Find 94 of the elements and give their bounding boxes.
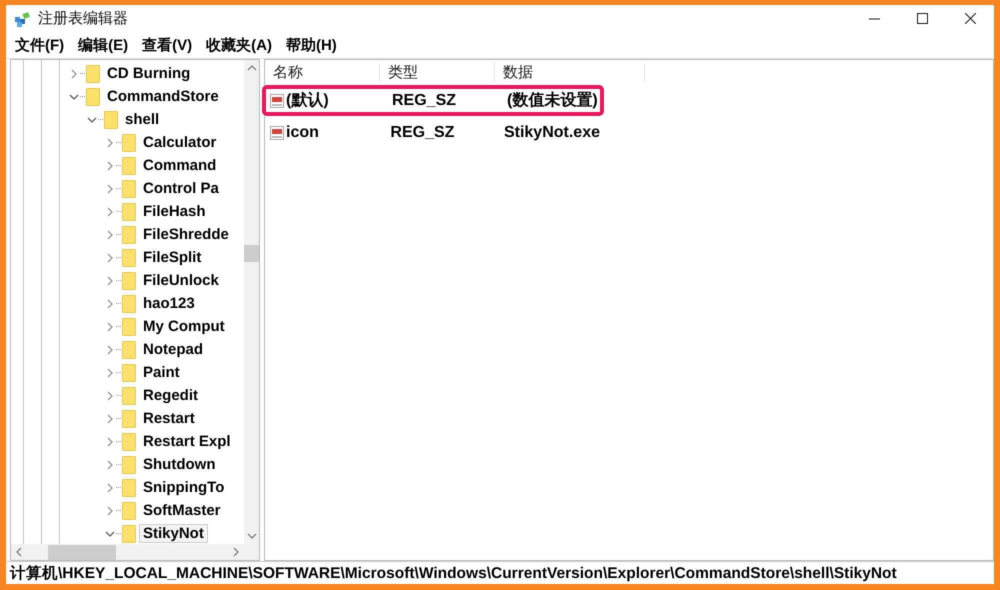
status-path: 计算机\HKEY_LOCAL_MACHINE\SOFTWARE\Microsoft\Windows\CurrentVersion\Explorer\CommandStore\shell\StikyNot	[10, 564, 897, 584]
tree-item[interactable]: My Comput	[139, 317, 229, 336]
highlight-frame[interactable]: (默认) REG_SZ (数值未设置)	[262, 85, 604, 116]
folder-icon	[122, 248, 136, 266]
tree-item[interactable]: Shutdown	[139, 455, 220, 474]
scroll-thumb[interactable]	[48, 544, 116, 560]
value-name: (默认)	[286, 90, 329, 111]
chevron-down-icon[interactable]	[87, 114, 97, 124]
value-data: StikyNot.exe	[502, 124, 600, 142]
chevron-right-icon[interactable]	[105, 506, 115, 516]
folder-icon	[122, 478, 136, 496]
folder-icon	[122, 294, 136, 312]
chevron-right-icon[interactable]	[105, 206, 115, 216]
scroll-left-icon[interactable]	[14, 547, 24, 557]
registry-icon	[14, 10, 32, 28]
chevron-right-icon[interactable]	[105, 298, 115, 308]
folder-icon	[122, 432, 136, 450]
folder-icon	[122, 456, 136, 474]
menu-item[interactable]: 查看(V)	[135, 34, 200, 56]
folder-icon	[122, 502, 136, 520]
folder-icon	[122, 386, 136, 404]
tree-item[interactable]: shell	[121, 110, 164, 129]
menu-item[interactable]: 编辑(E)	[71, 34, 136, 56]
chevron-right-icon[interactable]	[105, 436, 115, 446]
scroll-down-icon[interactable]	[246, 531, 256, 541]
chevron-down-icon[interactable]	[69, 92, 79, 102]
column-header[interactable]: 类型	[380, 62, 495, 82]
tree-item[interactable]: FileShredde	[139, 225, 233, 244]
chevron-right-icon[interactable]	[105, 482, 115, 492]
value-row[interactable]: icon REG_SZ StikyNot.exe	[262, 117, 604, 148]
folder-icon	[122, 226, 136, 244]
tree-item[interactable]: Control Pa	[139, 179, 223, 198]
tree-item[interactable]: SoftMaster	[139, 501, 225, 520]
chevron-right-icon[interactable]	[105, 230, 115, 240]
scroll-thumb[interactable]	[244, 245, 259, 262]
column-header[interactable]: 名称	[265, 62, 380, 82]
vertical-scrollbar[interactable]	[244, 60, 259, 544]
folder-icon	[122, 134, 136, 152]
menu-item[interactable]: 帮助(H)	[278, 34, 344, 56]
close-icon	[964, 13, 976, 24]
chevron-right-icon[interactable]	[105, 390, 115, 400]
menu-item[interactable]: 文件(F)	[8, 34, 72, 56]
value-type: REG_SZ	[391, 92, 458, 110]
chevron-right-icon[interactable]	[105, 184, 115, 194]
folder-icon	[122, 524, 136, 542]
chevron-right-icon[interactable]	[69, 68, 79, 78]
folder-icon	[86, 64, 100, 82]
menu-item[interactable]: 收藏夹(A)	[199, 34, 279, 56]
value-name: icon	[286, 124, 319, 142]
chevron-right-icon[interactable]	[105, 414, 115, 424]
value-type: REG_SZ	[389, 124, 456, 142]
chevron-down-icon[interactable]	[105, 528, 115, 538]
folder-icon	[122, 340, 136, 358]
column-header[interactable]: 数据	[495, 62, 645, 82]
tree-item[interactable]: StikyNot	[139, 524, 208, 543]
string-value-icon	[270, 126, 284, 140]
folder-icon	[122, 318, 136, 336]
folder-icon	[104, 110, 118, 128]
tree-item[interactable]: Notepad	[139, 340, 207, 359]
folder-icon	[122, 272, 136, 290]
chevron-right-icon[interactable]	[105, 460, 115, 470]
chevron-right-icon[interactable]	[105, 344, 115, 354]
scroll-up-icon[interactable]	[246, 63, 256, 73]
folder-icon	[122, 156, 136, 174]
tree-item[interactable]: CD Burning	[103, 64, 194, 83]
folder-icon	[122, 364, 136, 382]
value-data: (数值未设置)	[506, 90, 598, 111]
tree-item[interactable]: hao123	[139, 294, 199, 313]
tree-item[interactable]: FileUnlock	[139, 271, 223, 290]
chevron-right-icon[interactable]	[105, 322, 115, 332]
tree-item[interactable]: SnippingTo	[139, 478, 228, 497]
folder-icon	[122, 180, 136, 198]
folder-icon	[122, 410, 136, 428]
chevron-right-icon[interactable]	[105, 252, 115, 262]
tree-item[interactable]: Command	[139, 156, 220, 175]
tree-item[interactable]: Calculator	[139, 133, 220, 152]
chevron-right-icon[interactable]	[105, 276, 115, 286]
maximize-icon	[916, 13, 928, 24]
tree-item[interactable]: Paint	[139, 363, 184, 382]
folder-icon	[86, 88, 100, 106]
tree-item[interactable]: Regedit	[139, 386, 202, 405]
tree-item[interactable]: CommandStore	[103, 87, 223, 106]
scroll-right-icon[interactable]	[231, 547, 241, 557]
tree-item[interactable]: FileSplit	[139, 248, 206, 267]
chevron-right-icon[interactable]	[105, 160, 115, 170]
tree-item[interactable]: Restart	[139, 409, 199, 428]
folder-icon	[122, 202, 136, 220]
tree-item[interactable]: FileHash	[139, 202, 210, 221]
string-value-icon	[270, 94, 284, 108]
horizontal-scrollbar[interactable]	[11, 544, 244, 560]
tree-item[interactable]: Restart Expl	[139, 432, 235, 451]
chevron-right-icon[interactable]	[105, 368, 115, 378]
window-title: 注册表编辑器	[38, 9, 128, 28]
chevron-right-icon[interactable]	[105, 138, 115, 148]
